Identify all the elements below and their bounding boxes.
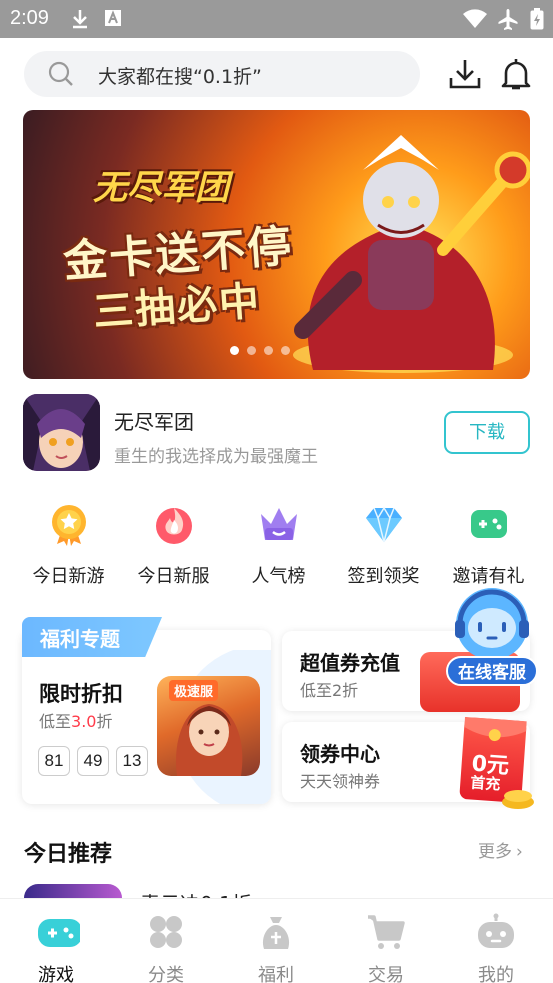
- app-notification-icon: [105, 10, 121, 26]
- tab-trade[interactable]: 交易: [346, 913, 426, 983]
- banner-dot: [281, 346, 290, 355]
- coupon-recharge-subtitle: 低至2折: [300, 681, 359, 700]
- customer-service-label: 在线客服: [446, 656, 538, 686]
- recommend-more-link[interactable]: 更多 ›: [478, 837, 523, 862]
- tab-label: 我的: [478, 965, 514, 983]
- countdown-hours: 81: [38, 746, 70, 776]
- quick-nav-new-games[interactable]: 今日新游: [16, 502, 121, 588]
- cart-icon: [368, 915, 405, 949]
- search-bar[interactable]: 大家都在搜“0.1折”: [24, 51, 420, 97]
- coupon-center-title: 领券中心: [300, 742, 380, 766]
- quick-nav-new-servers[interactable]: 今日新服: [121, 502, 226, 588]
- quick-nav-label: 今日新服: [137, 566, 210, 587]
- gamepad-icon: [38, 919, 82, 947]
- featured-game-avatar-art: [23, 394, 100, 471]
- service-robot-icon: [455, 588, 529, 660]
- tab-label: 交易: [368, 965, 404, 983]
- medal-star-icon: [51, 505, 86, 546]
- gamepad-icon: [470, 510, 507, 538]
- quick-nav-label: 人气榜: [251, 566, 306, 587]
- red-envelope-label: 首充: [469, 773, 501, 794]
- tab-label: 分类: [148, 965, 184, 983]
- quick-nav-label: 签到领奖: [347, 566, 420, 587]
- search-placeholder: 大家都在搜“0.1折”: [98, 66, 262, 88]
- banner-headline-2: 三抽必中: [91, 278, 263, 336]
- featured-game-name[interactable]: 无尽军团: [114, 406, 194, 435]
- download-manager-icon[interactable]: [447, 56, 483, 92]
- tab-label: 福利: [258, 965, 294, 983]
- limited-sale-title: 限时折扣: [39, 682, 123, 706]
- quick-nav-invite[interactable]: 邀请有礼: [436, 502, 541, 588]
- battery-icon: [530, 8, 544, 30]
- diamond-icon: [365, 506, 402, 543]
- tab-profile[interactable]: 我的: [456, 913, 536, 983]
- featured-game-icon[interactable]: [23, 394, 100, 471]
- discount-value: 3.0: [71, 712, 97, 731]
- envelope-flap: [464, 716, 527, 742]
- banner-dot: [247, 346, 256, 355]
- limited-sale-subtitle: 低至3.0折: [39, 708, 112, 732]
- welfare-tag-label: 福利专题: [40, 627, 120, 651]
- countdown-minutes: 49: [77, 746, 109, 776]
- banner-dot: [264, 346, 273, 355]
- bottom-navigation: 游戏 分类 福利 交易 我的: [0, 898, 553, 983]
- recommend-section-title: 今日推荐: [24, 842, 113, 867]
- chevron-right-icon: ›: [516, 842, 523, 862]
- category-icon: [150, 916, 182, 948]
- fast-server-tag: 极速服: [169, 680, 219, 701]
- notification-bell-icon[interactable]: [498, 56, 534, 92]
- banner-dot: [230, 346, 239, 355]
- search-icon: [48, 61, 73, 86]
- tab-category[interactable]: 分类: [126, 913, 206, 983]
- download-status-icon: [73, 10, 87, 29]
- more-label: 更多: [478, 842, 512, 862]
- welfare-section-tag: 福利专题: [22, 617, 162, 657]
- tab-welfare[interactable]: 福利: [236, 913, 316, 983]
- quick-nav-popular-ranking[interactable]: 人气榜: [226, 502, 331, 588]
- download-button[interactable]: 下载: [444, 411, 530, 454]
- subtitle-suffix: 折: [96, 712, 113, 731]
- status-time: 2:09: [10, 7, 49, 29]
- wifi-icon: [463, 9, 487, 28]
- featured-game-description: 重生的我选择成为最强魔王: [114, 447, 318, 467]
- banner-game-logo: 无尽军团: [93, 168, 229, 208]
- flame-icon: [155, 508, 192, 544]
- gift-bag-icon: [262, 917, 290, 949]
- quick-nav-check-in[interactable]: 签到领奖: [331, 502, 436, 588]
- tab-label: 游戏: [38, 965, 74, 983]
- robot-face-icon: [478, 913, 514, 948]
- promo-banner[interactable]: 无尽军团 金卡送不停 三抽必中: [23, 110, 530, 379]
- tab-games[interactable]: 游戏: [16, 913, 96, 983]
- crown-icon: [260, 508, 297, 540]
- coupon-recharge-title: 超值券充值: [300, 651, 400, 675]
- banner-character-art: [293, 135, 530, 373]
- limited-sale-game-image[interactable]: 极速服: [157, 676, 260, 776]
- coupon-center-subtitle: 天天领神券: [300, 772, 381, 791]
- customer-service-button[interactable]: 在线客服: [446, 584, 538, 690]
- banner-pagination: [230, 346, 290, 355]
- countdown-seconds: 13: [116, 746, 148, 776]
- subtitle-prefix: 低至: [39, 712, 72, 731]
- airplane-mode-icon: [498, 9, 518, 30]
- status-bar: 2:09: [0, 0, 553, 38]
- gold-coins-icon: [502, 790, 534, 809]
- quick-nav-label: 今日新游: [32, 566, 105, 587]
